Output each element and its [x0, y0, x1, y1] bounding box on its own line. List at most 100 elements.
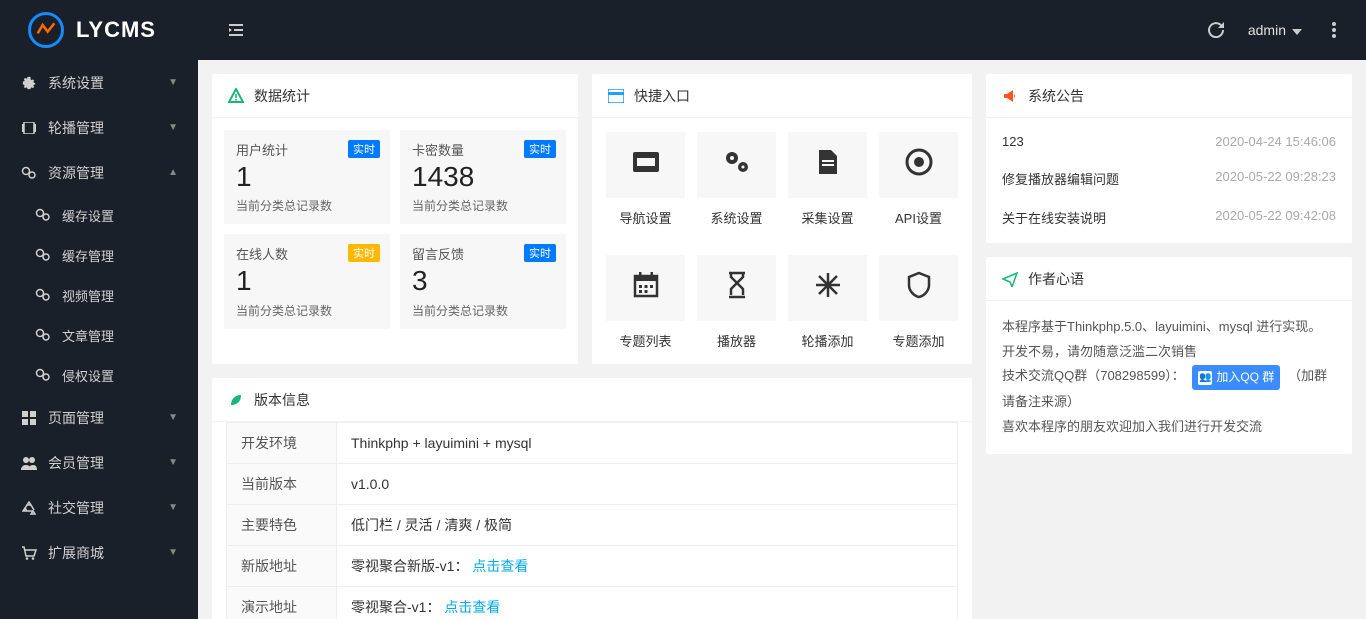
- sidebar-subitem[interactable]: 文章管理: [34, 315, 198, 355]
- qq-icon: 👥: [1198, 371, 1212, 385]
- panel-title: 数据统计: [254, 86, 310, 106]
- cogs-icon: [20, 166, 38, 180]
- chevron-down-icon: ▼: [168, 457, 178, 468]
- version-row: 演示地址零视聚合-v1： 点击查看: [227, 587, 958, 619]
- stat-card: 实时用户统计1当前分类总记录数: [224, 130, 390, 224]
- quick-item-label: 专题添加: [879, 331, 958, 350]
- stat-card: 实时在线人数1当前分类总记录数: [224, 234, 390, 328]
- quick-item[interactable]: [697, 255, 776, 321]
- panel-title: 作者心语: [1028, 269, 1084, 289]
- sidebar-item-label: 会员管理: [48, 453, 168, 473]
- version-link[interactable]: 点击查看: [472, 558, 528, 574]
- sidebar-subitem[interactable]: 侵权设置: [34, 355, 198, 395]
- realtime-badge: 实时: [524, 244, 556, 262]
- author-body: 本程序基于Thinkphp.5.0、layuimini、mysql 进行实现。 …: [986, 301, 1352, 454]
- sidebar-item-label: 视频管理: [62, 286, 178, 305]
- version-panel: 版本信息 开发环境Thinkphp + layuimini + mysql当前版…: [212, 378, 972, 619]
- sidebar-item[interactable]: 资源管理▲: [0, 150, 198, 195]
- qq-join-button[interactable]: 👥 加入QQ 群: [1192, 365, 1280, 390]
- stat-value: 1: [236, 159, 378, 195]
- announce-title: 关于在线安装说明: [1002, 208, 1215, 227]
- announce-title: 123: [1002, 134, 1215, 149]
- sidebar-item[interactable]: 扩展商城▼: [0, 530, 198, 575]
- stat-card: 实时留言反馈3当前分类总记录数: [400, 234, 566, 328]
- quick-item-label: 采集设置: [788, 208, 867, 227]
- quick-item[interactable]: [788, 255, 867, 321]
- brand-text: LYCMS: [76, 17, 156, 43]
- sidebar-item[interactable]: 页面管理▼: [0, 395, 198, 440]
- announce-item[interactable]: 修复播放器编辑问题2020-05-22 09:28:23: [986, 159, 1352, 198]
- version-key: 主要特色: [227, 505, 337, 546]
- main-content: 数据统计 实时用户统计1当前分类总记录数实时卡密数量1438当前分类总记录数实时…: [198, 60, 1366, 619]
- quick-item-label: 专题列表: [606, 331, 685, 350]
- header-right: admin: [1194, 0, 1366, 60]
- sidebar-item-label: 缓存管理: [62, 246, 178, 265]
- quick-panel: 快捷入口 导航设置系统设置采集设置API设置专题列表播放器轮播添加专题添加: [592, 74, 972, 364]
- realtime-badge: 实时: [524, 140, 556, 158]
- sidebar-item[interactable]: 社交管理▼: [0, 485, 198, 530]
- grid-icon: [20, 411, 38, 425]
- realtime-badge: 实时: [348, 244, 380, 262]
- gear-icon: [20, 76, 38, 90]
- version-row: 当前版本v1.0.0: [227, 464, 958, 505]
- brand-logo[interactable]: LYCMS: [0, 0, 198, 60]
- announce-item[interactable]: 关于在线安装说明2020-05-22 09:42:08: [986, 198, 1352, 237]
- version-panel-header: 版本信息: [212, 378, 972, 422]
- quick-item[interactable]: [606, 255, 685, 321]
- quick-item-label: 系统设置: [697, 208, 776, 227]
- file-icon: [817, 148, 839, 183]
- more-button[interactable]: [1312, 0, 1356, 60]
- sidebar-item-label: 侵权设置: [62, 366, 178, 385]
- sidebar-subitem[interactable]: 缓存管理: [34, 235, 198, 275]
- user-menu[interactable]: admin: [1238, 0, 1312, 60]
- version-key: 开发环境: [227, 423, 337, 464]
- sidebar-item[interactable]: 轮播管理▼: [0, 105, 198, 150]
- chevron-up-icon: ▲: [168, 167, 178, 178]
- hourglass-icon: [727, 271, 747, 306]
- quick-panel-header: 快捷入口: [592, 74, 972, 118]
- author-panel: 作者心语 本程序基于Thinkphp.5.0、layuimini、mysql 进…: [986, 257, 1352, 454]
- quick-item[interactable]: [879, 255, 958, 321]
- version-value: v1.0.0: [337, 464, 958, 505]
- stat-value: 1438: [412, 159, 554, 195]
- sidebar-toggle-button[interactable]: [216, 10, 256, 50]
- sidebar-subitem[interactable]: 缓存设置: [34, 195, 198, 235]
- quick-item[interactable]: [879, 132, 958, 198]
- warning-icon: [228, 88, 244, 104]
- sidebar-subitem[interactable]: 视频管理: [34, 275, 198, 315]
- stats-panel-header: 数据统计: [212, 74, 578, 118]
- refresh-button[interactable]: [1194, 0, 1238, 60]
- quick-item[interactable]: [697, 132, 776, 198]
- plane-icon: [1002, 271, 1018, 287]
- stat-card: 实时卡密数量1438当前分类总记录数: [400, 130, 566, 224]
- top-header: LYCMS admin: [0, 0, 1366, 60]
- chevron-down-icon: ▼: [168, 502, 178, 513]
- calendar-icon: [633, 272, 659, 305]
- cogs-icon: [34, 248, 52, 262]
- quick-item[interactable]: [606, 132, 685, 198]
- version-value: 零视聚合新版-v1： 点击查看: [337, 546, 958, 587]
- caret-down-icon: [1292, 22, 1302, 38]
- version-key: 新版地址: [227, 546, 337, 587]
- panel-title: 系统公告: [1028, 86, 1084, 106]
- indent-icon: [228, 22, 244, 38]
- nav-icon: [631, 150, 661, 181]
- cart-icon: [20, 546, 38, 560]
- chevron-down-icon: ▼: [168, 122, 178, 133]
- announce-item[interactable]: 1232020-04-24 15:46:06: [986, 124, 1352, 159]
- target-icon: [905, 148, 933, 183]
- sidebar-item[interactable]: 系统设置▼: [0, 60, 198, 105]
- snow-icon: [814, 271, 842, 306]
- chevron-down-icon: ▼: [168, 547, 178, 558]
- recycle-icon: [20, 501, 38, 515]
- carousel-icon: [20, 122, 38, 134]
- version-link[interactable]: 点击查看: [444, 599, 500, 615]
- users-icon: [20, 456, 38, 470]
- sidebar-item-label: 文章管理: [62, 326, 178, 345]
- shield-icon: [907, 271, 931, 306]
- sidebar-item[interactable]: 会员管理▼: [0, 440, 198, 485]
- panel-title: 快捷入口: [634, 86, 690, 106]
- quick-item[interactable]: [788, 132, 867, 198]
- author-line: 本程序基于Thinkphp.5.0、layuimini、mysql 进行实现。: [1002, 315, 1336, 340]
- cogs-icon: [34, 328, 52, 342]
